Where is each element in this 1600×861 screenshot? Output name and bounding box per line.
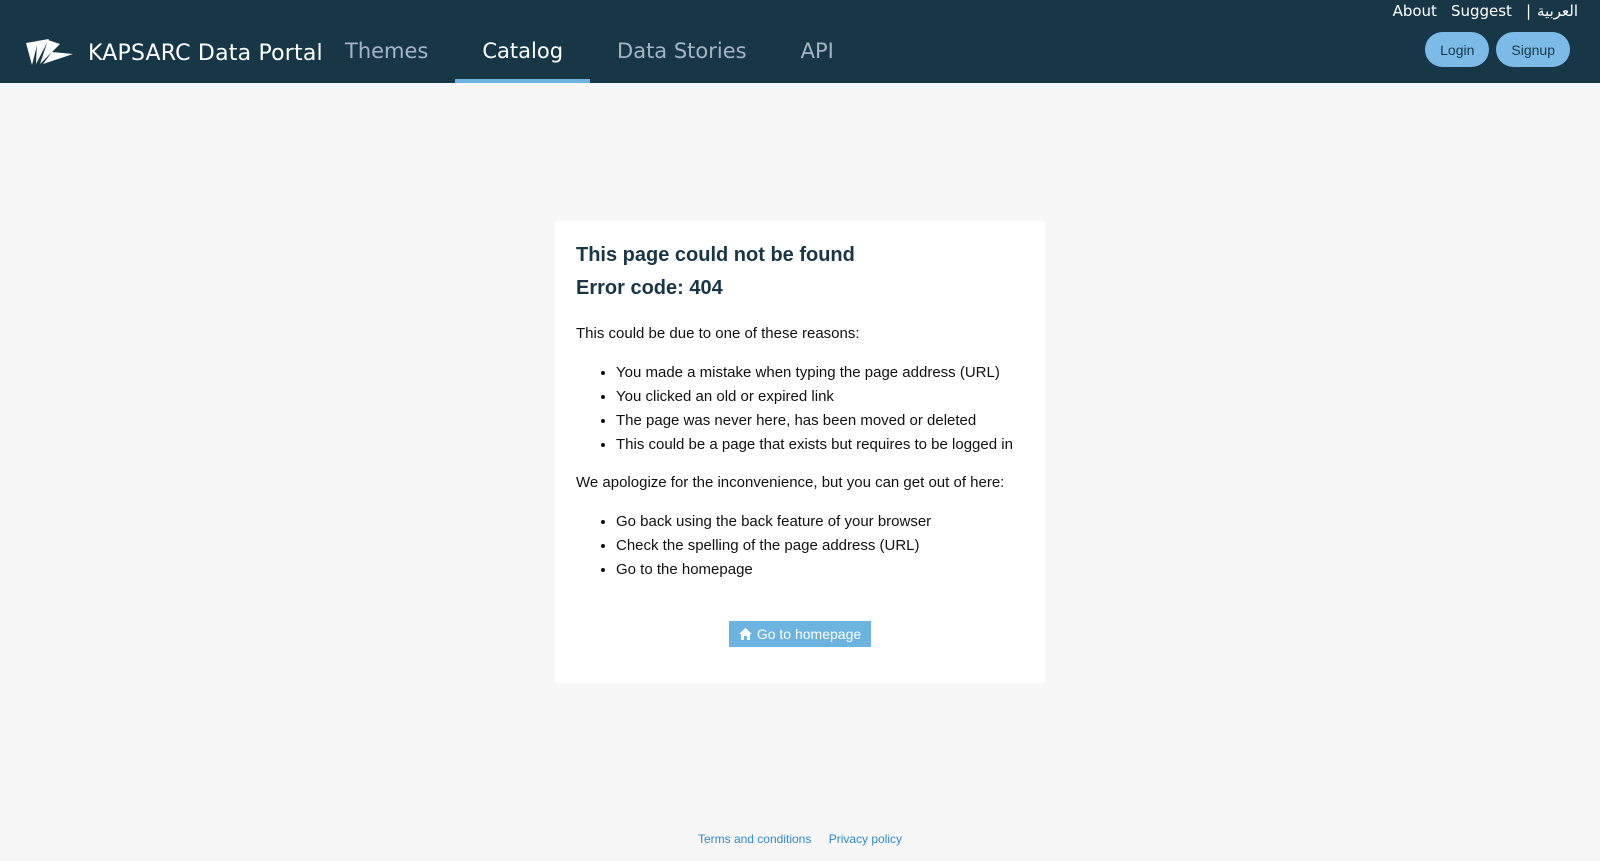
tab-themes[interactable]: Themes bbox=[318, 0, 455, 83]
tab-api[interactable]: API bbox=[774, 0, 861, 83]
suggest-link[interactable]: Suggest bbox=[1451, 2, 1512, 20]
reasons-intro: This could be due to one of these reason… bbox=[576, 325, 860, 342]
reasons-list: You made a mistake when typing the page … bbox=[576, 361, 1024, 457]
signup-button[interactable]: Signup bbox=[1496, 32, 1570, 67]
list-item: You made a mistake when typing the page … bbox=[616, 361, 1024, 385]
login-button[interactable]: Login bbox=[1425, 32, 1490, 67]
list-item: This could be a page that exists but req… bbox=[616, 433, 1024, 457]
language-switch-link[interactable]: العربية bbox=[1537, 2, 1578, 20]
kapsarc-logo-icon bbox=[26, 39, 73, 65]
list-item: The page was never here, has been moved … bbox=[616, 409, 1024, 433]
top-links: About Suggest | العربية bbox=[1379, 2, 1578, 20]
about-link[interactable]: About bbox=[1393, 2, 1437, 20]
top-navigation-bar: KAPSARC Data Portal Themes Catalog Data … bbox=[0, 0, 1600, 83]
tab-data-stories[interactable]: Data Stories bbox=[590, 0, 774, 83]
terms-link[interactable]: Terms and conditions bbox=[698, 832, 811, 846]
list-item: Go to the homepage bbox=[616, 558, 1024, 582]
error-title: This page could not be found bbox=[576, 244, 855, 266]
privacy-link[interactable]: Privacy policy bbox=[829, 832, 902, 846]
top-links-separator: | bbox=[1525, 2, 1531, 20]
auth-buttons: Login Signup bbox=[1418, 32, 1570, 67]
brand-link[interactable]: KAPSARC Data Portal bbox=[24, 36, 323, 70]
list-item: Check the spelling of the page address (… bbox=[616, 534, 1024, 558]
brand-name: KAPSARC Data Portal bbox=[88, 40, 323, 66]
home-button-wrap: Go to homepage bbox=[576, 621, 1024, 647]
footer: Terms and conditions Privacy policy bbox=[0, 832, 1600, 846]
list-item: Go back using the back feature of your b… bbox=[616, 510, 1024, 534]
go-to-homepage-button[interactable]: Go to homepage bbox=[728, 621, 872, 647]
tab-catalog[interactable]: Catalog bbox=[455, 0, 590, 83]
apology-text: We apologize for the inconvenience, but … bbox=[576, 474, 1005, 491]
home-icon bbox=[738, 628, 752, 640]
options-list: Go back using the back feature of your b… bbox=[576, 510, 1024, 582]
list-item: You clicked an old or expired link bbox=[616, 385, 1024, 409]
go-to-homepage-label: Go to homepage bbox=[756, 626, 862, 642]
main-nav: Themes Catalog Data Stories API bbox=[318, 0, 861, 83]
error-code: Error code: 404 bbox=[576, 277, 723, 299]
error-card: This page could not be found Error code:… bbox=[555, 221, 1045, 683]
